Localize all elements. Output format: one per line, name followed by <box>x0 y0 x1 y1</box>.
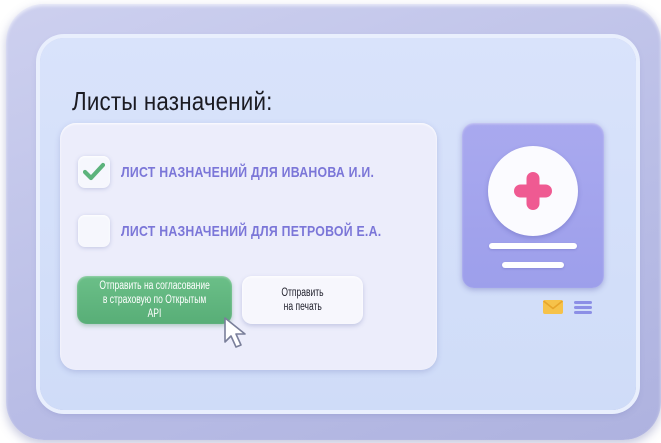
menu-lines-icon <box>574 301 592 314</box>
send-api-label-line2: в страховую по Открытым API <box>102 294 207 320</box>
check-icon <box>83 162 105 181</box>
print-label-line2: на печать <box>283 301 322 313</box>
document-line <box>502 262 564 268</box>
send-api-label-line1: Отправить на согласование <box>99 280 210 292</box>
send-to-print-button[interactable]: Отправить на печать <box>242 276 363 324</box>
page-title: Листы назначений: <box>72 86 273 116</box>
list-item-label-ivanov[interactable]: ЛИСТ НАЗНАЧЕНИЙ ДЛЯ ИВАНОВА И.И. <box>121 164 374 181</box>
medical-plus-badge <box>488 146 578 236</box>
envelope-icon <box>543 300 563 314</box>
send-to-insurance-api-button[interactable]: Отправить на согласование в страховую по… <box>77 276 232 324</box>
checkbox-petrova[interactable] <box>78 215 110 247</box>
mouse-pointer-icon <box>224 317 246 348</box>
medical-plus-icon <box>514 172 552 210</box>
print-label-line1: Отправить <box>281 287 324 299</box>
document-line <box>489 243 577 249</box>
checkbox-ivanov[interactable] <box>78 156 110 188</box>
list-item-label-petrova[interactable]: ЛИСТ НАЗНАЧЕНИЙ ДЛЯ ПЕТРОВОЙ Е.А. <box>121 223 381 240</box>
